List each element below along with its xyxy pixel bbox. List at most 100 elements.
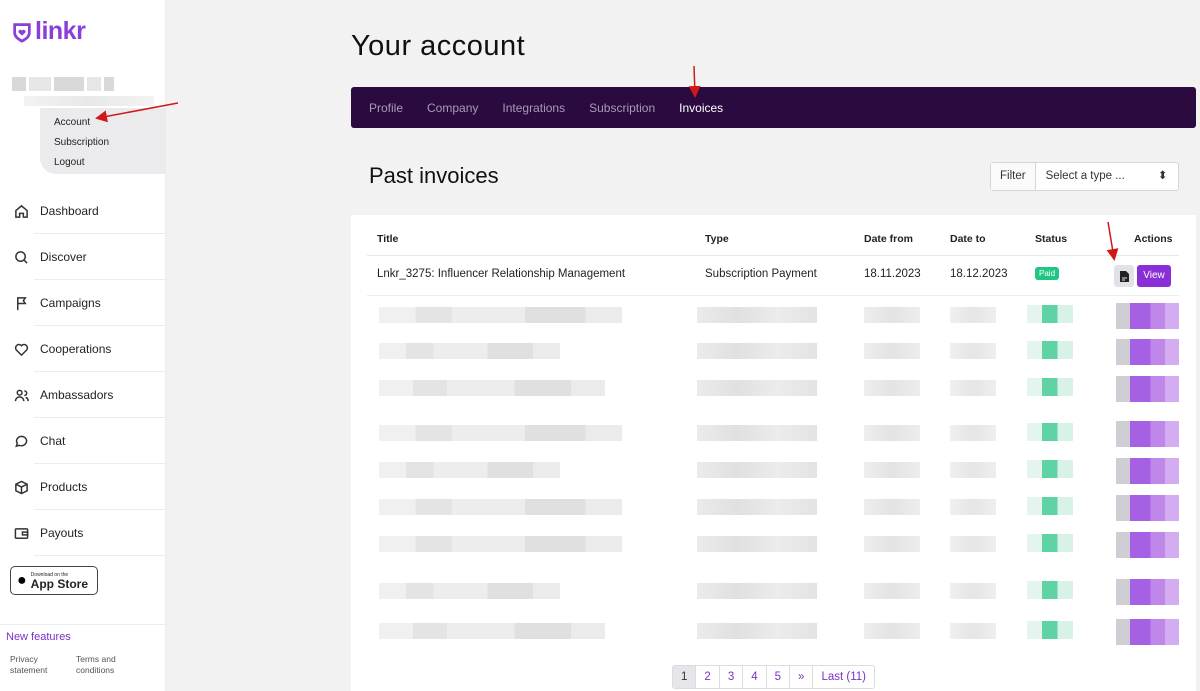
redacted-row xyxy=(367,489,1179,525)
tab-invoices[interactable]: Invoices xyxy=(679,101,723,115)
page-2[interactable]: 2 xyxy=(696,666,720,688)
redacted-cell xyxy=(697,343,817,359)
sidebar-divider xyxy=(0,624,166,625)
sidebar-item-discover[interactable]: Discover xyxy=(0,234,166,280)
col-date-to: Date to xyxy=(950,233,986,245)
tab-subscription[interactable]: Subscription xyxy=(589,101,655,115)
redacted-cell xyxy=(379,623,605,639)
sidebar-item-products[interactable]: Products xyxy=(0,464,166,510)
redacted-cell xyxy=(950,425,996,441)
redacted-cell xyxy=(697,499,817,515)
redacted-cell xyxy=(864,623,920,639)
account-menu-account[interactable]: Account xyxy=(54,113,166,133)
redacted-cell xyxy=(864,462,920,478)
account-menu-logout[interactable]: Logout xyxy=(54,153,166,173)
users-icon xyxy=(14,389,29,401)
redacted-cell xyxy=(1027,423,1073,441)
redacted-cell xyxy=(1027,621,1073,639)
account-menu-subscription[interactable]: Subscription xyxy=(54,133,166,153)
select-caret-icon: ⬍ xyxy=(1157,170,1168,182)
account-menu: Account Subscription Logout xyxy=(40,108,166,174)
status-badge: Paid xyxy=(1035,267,1060,280)
wallet-icon xyxy=(14,527,29,539)
col-type: Type xyxy=(705,233,729,245)
chat-icon xyxy=(15,435,28,447)
redacted-cell xyxy=(379,343,560,359)
search-icon xyxy=(15,250,28,264)
redacted-cell xyxy=(1116,376,1179,402)
tab-profile[interactable]: Profile xyxy=(369,101,403,115)
sidebar-item-dashboard[interactable]: Dashboard xyxy=(0,188,166,234)
redacted-cell xyxy=(864,499,920,515)
redacted-cell xyxy=(1027,341,1073,359)
heart-shield-icon xyxy=(13,22,31,43)
sidebar-item-chat[interactable]: Chat xyxy=(0,418,166,464)
col-title: Title xyxy=(377,233,399,245)
redacted-cell xyxy=(379,380,605,396)
redacted-cell xyxy=(864,583,920,599)
view-button[interactable]: View xyxy=(1137,265,1171,287)
table-header: Title Type Date from Date to Status Acti… xyxy=(367,215,1179,256)
redacted-cell xyxy=(697,623,817,639)
table-row: Lnkr_3275: Influencer Relationship Manag… xyxy=(367,256,1179,296)
redacted-cell xyxy=(1027,378,1073,396)
redacted-cell xyxy=(950,343,996,359)
page-1[interactable]: 1 xyxy=(673,666,697,688)
heart-icon xyxy=(14,343,29,356)
brand-logo[interactable]: linkr xyxy=(11,17,86,46)
redacted-cell xyxy=(1116,458,1179,484)
type-filter: Filter Select a type ... ⬍ xyxy=(990,162,1179,191)
sidebar-item-label: Campaigns xyxy=(40,296,101,310)
invoices-card: Title Type Date from Date to Status Acti… xyxy=(351,215,1196,691)
home-icon xyxy=(15,204,28,218)
sidebar-item-label: Payouts xyxy=(40,526,84,540)
page-5[interactable]: 5 xyxy=(767,666,791,688)
redacted-cell xyxy=(864,380,920,396)
invoice-type: Subscription Payment xyxy=(705,268,817,280)
sidebar-item-payouts[interactable]: Payouts xyxy=(0,510,166,556)
tab-company[interactable]: Company xyxy=(427,101,478,115)
file-icon xyxy=(1119,270,1129,282)
redacted-cell xyxy=(697,462,817,478)
new-features-link[interactable]: New features xyxy=(6,631,71,643)
page-4[interactable]: 4 xyxy=(743,666,767,688)
redacted-cell xyxy=(1027,497,1073,515)
redacted-row xyxy=(367,526,1179,562)
page-next[interactable]: » xyxy=(790,666,814,688)
redacted-cell xyxy=(864,343,920,359)
redacted-cell xyxy=(697,425,817,441)
redacted-row xyxy=(367,452,1179,488)
sidebar-item-cooperations[interactable]: Cooperations xyxy=(0,326,166,372)
sidebar-item-label: Chat xyxy=(40,434,66,448)
filter-select-value: Select a type ... xyxy=(1045,170,1125,182)
redacted-cell xyxy=(950,380,996,396)
privacy-link[interactable]: Privacy statement xyxy=(10,654,54,676)
terms-link[interactable]: Terms and conditions xyxy=(76,654,120,676)
redacted-row xyxy=(367,370,1179,406)
redacted-cell xyxy=(379,536,622,552)
redacted-cell xyxy=(950,536,996,552)
redacted-cell xyxy=(1116,339,1179,365)
redacted-cell xyxy=(1116,303,1179,329)
tab-integrations[interactable]: Integrations xyxy=(502,101,565,115)
sidebar-item-ambassadors[interactable]: Ambassadors xyxy=(0,372,166,418)
redacted-cell xyxy=(379,307,622,323)
app-store-label: App Store xyxy=(30,576,89,591)
redacted-row xyxy=(367,415,1179,451)
redacted-cell xyxy=(697,307,817,323)
redacted-cell xyxy=(950,583,996,599)
download-pdf-button[interactable] xyxy=(1114,265,1134,287)
redacted-cell xyxy=(697,583,817,599)
page-last[interactable]: Last (11) xyxy=(813,666,874,688)
section-title: Past invoices xyxy=(369,163,499,188)
filter-select[interactable]: Select a type ... ⬍ xyxy=(1036,163,1178,190)
sidebar-item-campaigns[interactable]: Campaigns xyxy=(0,280,166,326)
redacted-row xyxy=(367,573,1179,609)
redacted-cell xyxy=(379,583,560,599)
page-3[interactable]: 3 xyxy=(720,666,744,688)
app-store-badge[interactable]: ● Download on the App Store xyxy=(10,566,98,595)
redacted-cell xyxy=(379,425,622,441)
redacted-cell xyxy=(1116,532,1179,558)
user-name-redacted xyxy=(12,77,114,91)
filter-label: Filter xyxy=(991,163,1036,190)
